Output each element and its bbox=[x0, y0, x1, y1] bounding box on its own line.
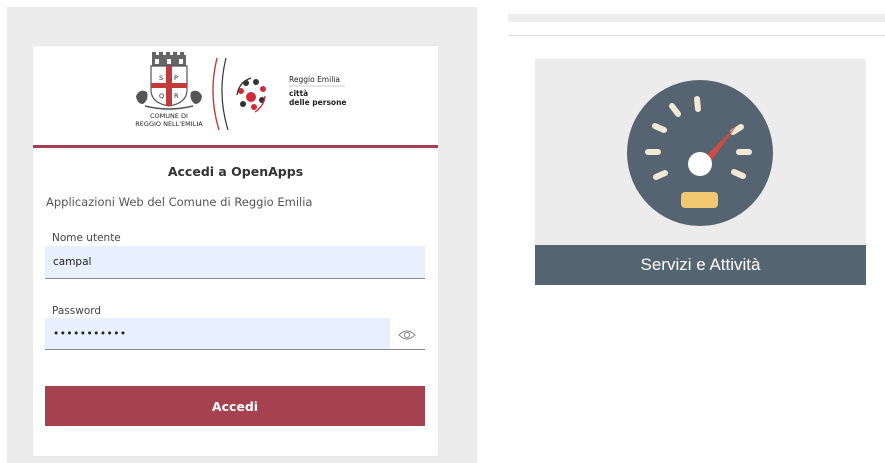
logo-comune-line2: REGGIO NELL'EMILIA bbox=[135, 120, 203, 128]
crest-letter-r: R bbox=[174, 92, 179, 100]
password-label: Password bbox=[52, 305, 102, 317]
logo-slogan-line1: città bbox=[289, 89, 308, 98]
login-card: S P Q R COMUNE DI REGGIO NELL'EMILIA Reg… bbox=[33, 46, 438, 456]
login-title: Accedi a OpenApps bbox=[167, 164, 304, 179]
logo-comune-line1: COMUNE DI bbox=[150, 112, 188, 120]
password-field[interactable] bbox=[45, 318, 390, 350]
password-underline bbox=[390, 349, 425, 350]
speedometer-icon bbox=[627, 80, 773, 226]
logo-city-name: Reggio Emilia bbox=[289, 75, 340, 84]
header-divider bbox=[33, 145, 438, 148]
tile-footer: Servizi e Attività bbox=[535, 245, 866, 285]
logo-slogan-line2: delle persone bbox=[289, 98, 347, 107]
top-bar bbox=[508, 14, 885, 22]
username-field[interactable] bbox=[45, 246, 425, 279]
crest-letter-p: P bbox=[174, 74, 178, 82]
login-button[interactable]: Accedi bbox=[45, 386, 425, 426]
login-subtitle: Applicazioni Web del Comune di Reggio Em… bbox=[46, 195, 313, 209]
municipality-logo: S P Q R COMUNE DI REGGIO NELL'EMILIA Reg… bbox=[33, 46, 438, 145]
crest-letter-q: Q bbox=[159, 92, 164, 100]
services-tile[interactable]: Servizi e Attività bbox=[535, 59, 866, 285]
crest-letter-s: S bbox=[159, 74, 163, 82]
show-password-icon[interactable] bbox=[397, 327, 417, 341]
top-divider bbox=[508, 35, 885, 36]
tile-label: Servizi e Attività bbox=[640, 255, 761, 274]
username-label: Nome utente bbox=[52, 232, 121, 244]
